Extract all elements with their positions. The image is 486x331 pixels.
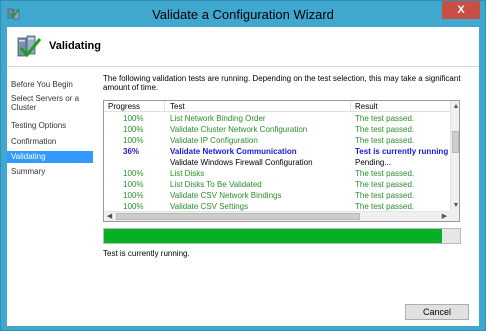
vertical-scrollbar[interactable]: ▲ ▼ bbox=[450, 101, 459, 211]
row-result: The test passed. bbox=[355, 169, 415, 178]
progress-bar-fill bbox=[104, 229, 443, 243]
nav-step-before-you-begin[interactable]: Before You Begin bbox=[7, 80, 93, 89]
wizard-window: Validate a Configuration Wizard X Valida… bbox=[0, 0, 486, 331]
nav-step-testing-options[interactable]: Testing Options bbox=[7, 121, 93, 130]
table-row[interactable]: 100% List Network Binding Order The test p… bbox=[104, 113, 450, 124]
row-test-name: Validate Network Communication bbox=[170, 147, 297, 156]
table-row[interactable]: 100% List Disks The test passed. bbox=[104, 168, 450, 179]
scroll-left-icon[interactable]: ◀ bbox=[105, 212, 114, 221]
row-test-name: Validate CSV Network Bindings bbox=[170, 191, 282, 200]
row-result: The test passed. bbox=[355, 191, 415, 200]
column-header-test[interactable]: Test bbox=[170, 102, 185, 111]
table-row[interactable]: 100% Validate IP Configuration The test pa… bbox=[104, 135, 450, 146]
table-row[interactable]: 100% List Disks To Be Validated The test p… bbox=[104, 179, 450, 190]
intro-text: The following validation tests are runni… bbox=[103, 74, 461, 92]
nav-step-validating[interactable]: Validating bbox=[7, 151, 93, 163]
scroll-up-icon[interactable]: ▲ bbox=[452, 102, 459, 111]
row-result: The test passed. bbox=[355, 114, 415, 123]
table-row[interactable]: 100% Validate Cluster Network Configurati… bbox=[104, 124, 450, 135]
row-result: The test passed. bbox=[355, 125, 415, 134]
nav-step-summary[interactable]: Summary bbox=[7, 167, 93, 176]
scroll-down-icon[interactable]: ▼ bbox=[452, 201, 459, 210]
row-test-name: Validate Windows Firewall Configuration bbox=[170, 158, 313, 167]
status-text: Test is currently running. bbox=[103, 249, 190, 258]
row-progress: 100% bbox=[123, 114, 144, 123]
wizard-content: The following validation tests are runni… bbox=[103, 68, 473, 326]
row-progress: 100% bbox=[123, 169, 144, 178]
row-result: The test passed. bbox=[355, 136, 415, 145]
row-test-name: Validate IP Configuration bbox=[170, 136, 258, 145]
row-progress: 36% bbox=[123, 147, 140, 156]
nav-step-select-servers[interactable]: Select Servers or a Cluster bbox=[7, 94, 93, 112]
row-test-name: List Disks To Be Validated bbox=[170, 180, 262, 189]
validation-tests-list[interactable]: Progress Test Result 100% List Network Bi… bbox=[103, 100, 460, 222]
row-result: Test is currently running. bbox=[355, 147, 448, 156]
list-header: Progress Test Result bbox=[104, 101, 450, 112]
column-divider[interactable] bbox=[350, 101, 351, 112]
row-test-name: List Disks bbox=[170, 169, 205, 178]
overall-progress-bar bbox=[103, 228, 461, 244]
scroll-right-icon[interactable]: ▶ bbox=[440, 212, 449, 221]
table-row[interactable]: 36% Validate Network Communication Test is… bbox=[104, 146, 450, 157]
table-row[interactable]: Validate Windows Firewall Configuration P… bbox=[104, 157, 450, 168]
close-button[interactable]: X bbox=[442, 1, 480, 19]
wizard-steps-nav: Before You Begin Select Servers or a Clu… bbox=[7, 68, 93, 326]
window-title: Validate a Configuration Wizard bbox=[152, 7, 334, 22]
page-title: Validating bbox=[49, 40, 101, 52]
horizontal-scrollbar[interactable]: ◀ ▶ bbox=[104, 211, 450, 221]
column-header-result[interactable]: Result bbox=[355, 102, 378, 111]
scrollbar-corner bbox=[450, 211, 459, 221]
row-result: The test passed. bbox=[355, 180, 415, 189]
column-header-progress[interactable]: Progress bbox=[108, 102, 140, 111]
wizard-client-area: Validating Before You Begin Select Serve… bbox=[7, 27, 479, 326]
row-result: Pending... bbox=[355, 158, 392, 167]
column-divider[interactable] bbox=[164, 101, 165, 112]
row-progress: 100% bbox=[123, 125, 144, 134]
row-test-name: List Network Binding Order bbox=[170, 114, 266, 123]
cluster-validate-icon bbox=[17, 35, 42, 58]
cancel-button[interactable]: Cancel bbox=[405, 304, 469, 320]
wizard-header: Validating bbox=[7, 27, 479, 67]
row-progress: 100% bbox=[123, 191, 144, 200]
row-progress: 100% bbox=[123, 180, 144, 189]
table-row[interactable]: 100% Validate CSV Network Bindings The tes… bbox=[104, 190, 450, 201]
row-test-name: Validate Cluster Network Configuration bbox=[170, 125, 308, 134]
row-progress: 100% bbox=[123, 136, 144, 145]
vertical-scroll-thumb[interactable] bbox=[452, 131, 459, 153]
title-bar[interactable]: Validate a Configuration Wizard X bbox=[1, 1, 485, 27]
horizontal-scroll-thumb[interactable] bbox=[116, 213, 360, 220]
nav-step-confirmation[interactable]: Confirmation bbox=[7, 137, 93, 146]
